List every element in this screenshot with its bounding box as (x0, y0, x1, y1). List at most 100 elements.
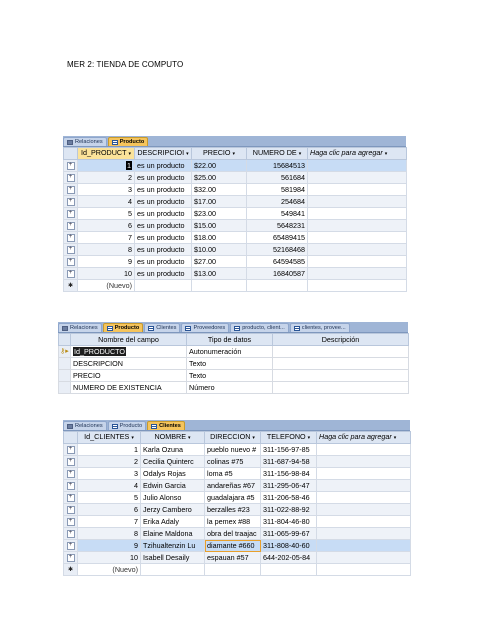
new-record-selector[interactable]: ✱ (63, 279, 78, 292)
row-selector[interactable]: + (63, 243, 78, 256)
column-header-id-clientes[interactable]: Id_CLIENTES ▾ (77, 431, 141, 444)
field-name-cell[interactable]: NUMERO DE EXISTENCIA (70, 381, 187, 394)
table-row[interactable]: +8 Elaine Maldona obra del traajac 311-065-… (63, 527, 411, 540)
cell-numero-existencia[interactable]: 65489415 (246, 231, 308, 244)
new-record-label[interactable]: (Nuevo) (77, 563, 141, 576)
row-selector[interactable]: + (63, 207, 78, 220)
row-selector[interactable]: + (63, 515, 78, 528)
cell-precio[interactable]: $27.00 (191, 255, 247, 268)
data-type-cell[interactable]: Autonumeración (186, 345, 273, 358)
field-name-cell[interactable]: DESCRIPCION (70, 357, 187, 370)
cell-telefono[interactable]: 311-804-46-80 (260, 515, 317, 528)
cell-nombre[interactable]: Karla Ozuna (140, 443, 205, 456)
tab-relaciones[interactable]: Relaciones (63, 137, 107, 146)
cell-empty[interactable] (307, 255, 407, 268)
description-cell[interactable] (272, 369, 409, 382)
cell-empty[interactable] (316, 539, 411, 552)
column-header-direccion[interactable]: DIRECCION ▾ (204, 431, 261, 444)
cell-descripcion[interactable]: es un producto (134, 195, 192, 208)
cell-direccion[interactable]: espauan #57 (204, 551, 261, 564)
cell-precio[interactable]: $10.00 (191, 243, 247, 256)
cell-nombre[interactable]: Edwin Garcia (140, 479, 205, 492)
field-row[interactable]: ⚷▸ Id_PRODUCTO Autonumeración (58, 345, 409, 358)
cell-descripcion[interactable]: es un producto (134, 183, 192, 196)
row-selector[interactable]: + (63, 255, 78, 268)
table-row[interactable]: +9 es un producto $27.00 64594585 (63, 255, 407, 268)
cell-id-clientes[interactable]: 5 (77, 491, 141, 504)
data-type-cell[interactable]: Texto (186, 357, 273, 370)
field-selector[interactable] (58, 357, 71, 370)
tab-producto-client[interactable]: producto, client... (230, 323, 289, 332)
expand-row-icon[interactable]: + (66, 173, 75, 182)
cell-descripcion[interactable]: es un producto (134, 219, 192, 232)
cell-empty[interactable] (316, 443, 411, 456)
row-selector[interactable]: + (63, 195, 78, 208)
cell-empty[interactable] (307, 171, 407, 184)
cell-precio[interactable]: $22.00 (191, 159, 247, 172)
description-cell[interactable] (272, 357, 409, 370)
cell-numero-existencia[interactable]: 581984 (246, 183, 308, 196)
new-record-row[interactable]: ✱ (Nuevo) (63, 563, 411, 576)
cell-direccion[interactable]: loma #5 (204, 467, 261, 480)
cell-empty[interactable] (307, 231, 407, 244)
new-record-label[interactable]: (Nuevo) (77, 279, 135, 292)
cell-nombre[interactable]: Julio Alonso (140, 491, 205, 504)
cell-empty[interactable] (307, 159, 407, 172)
cell-direccion[interactable]: la pemex #88 (204, 515, 261, 528)
cell-precio[interactable]: $13.00 (191, 267, 247, 280)
table-row[interactable]: +4 es un producto $17.00 254684 (63, 195, 407, 208)
column-header-descripcion[interactable]: DESCRIPCIOI ▾ (134, 147, 192, 160)
column-header-nombre[interactable]: NOMBRE ▾ (140, 431, 205, 444)
cell-id-producto[interactable]: 9 (77, 255, 135, 268)
cell-numero-existencia[interactable]: 5648231 (246, 219, 308, 232)
field-row[interactable]: PRECIO Texto (58, 369, 409, 382)
cell-empty[interactable] (316, 503, 411, 516)
cell-empty[interactable] (316, 551, 411, 564)
row-selector[interactable]: + (63, 171, 78, 184)
cell-telefono[interactable]: 311-022-88-92 (260, 503, 317, 516)
cell-id-producto[interactable]: 6 (77, 219, 135, 232)
table-row[interactable]: +1 Karla Ozuna pueblo nuevo #311-156-97-85 (63, 443, 411, 456)
row-selector[interactable]: + (63, 159, 78, 172)
cell-telefono[interactable]: 311-206-58-46 (260, 491, 317, 504)
table-row[interactable]: +7 Erika Adaly la pemex #88 311-804-46-80 (63, 515, 411, 528)
expand-row-icon[interactable]: + (66, 481, 75, 490)
cell-descripcion[interactable]: es un producto (134, 171, 192, 184)
table-row[interactable]: +6 Jerzy Cambero berzalles #23 311-022-88-9… (63, 503, 411, 516)
cell-empty[interactable] (316, 527, 411, 540)
cell-id-producto[interactable]: 10 (77, 267, 135, 280)
cell-id-clientes[interactable]: 10 (77, 551, 141, 564)
expand-row-icon[interactable]: + (66, 505, 75, 514)
table-row[interactable]: +4 Edwin Garcia andareñas #67 311-295-06-47 (63, 479, 411, 492)
cell-nombre[interactable]: Odalys Rojas (140, 467, 205, 480)
cell-nombre[interactable]: Isabell Desaily (140, 551, 205, 564)
cell-id-producto[interactable]: 5 (77, 207, 135, 220)
cell-descripcion[interactable]: es un producto (134, 231, 192, 244)
field-selector[interactable] (58, 381, 71, 394)
table-row[interactable]: +8 es un producto $10.00 52168468 (63, 243, 407, 256)
table-row[interactable]: +10 es un producto $13.00 16840587 (63, 267, 407, 280)
add-column-header[interactable]: Haga clic para agregar ▾ (316, 431, 411, 444)
description-cell[interactable] (272, 381, 409, 394)
cell-empty[interactable] (307, 243, 407, 256)
column-header-telefono[interactable]: TELEFONO ▾ (260, 431, 317, 444)
cell-telefono[interactable]: 644-202-05-84 (260, 551, 317, 564)
field-row[interactable]: NUMERO DE EXISTENCIA Número (58, 381, 409, 394)
table-row[interactable]: +3 Odalys Rojas loma #5 311-156-98-84 (63, 467, 411, 480)
cell-nombre[interactable]: Elaine Maldona (140, 527, 205, 540)
cell-id-producto[interactable]: 2 (77, 171, 135, 184)
expand-row-icon[interactable]: + (66, 257, 75, 266)
tab-proveedores[interactable]: Proveedores (181, 323, 230, 332)
field-selector[interactable] (58, 369, 71, 382)
new-record-selector[interactable]: ✱ (63, 563, 78, 576)
cell-precio[interactable]: $17.00 (191, 195, 247, 208)
cell-direccion[interactable]: pueblo nuevo # (204, 443, 261, 456)
cell-telefono[interactable]: 311-687-94-58 (260, 455, 317, 468)
table-row[interactable]: +5 Julio Alonso guadalajara #5 311-206-58-4… (63, 491, 411, 504)
column-header-numero[interactable]: NUMERO DE ▾ (246, 147, 308, 160)
expand-row-icon[interactable]: + (66, 529, 75, 538)
cell-empty[interactable] (316, 491, 411, 504)
row-selector[interactable]: + (63, 527, 78, 540)
table-row[interactable]: +2 Cecilia Quinterc colinas #75 311-687-94-… (63, 455, 411, 468)
cell-id-producto[interactable]: 3 (77, 183, 135, 196)
